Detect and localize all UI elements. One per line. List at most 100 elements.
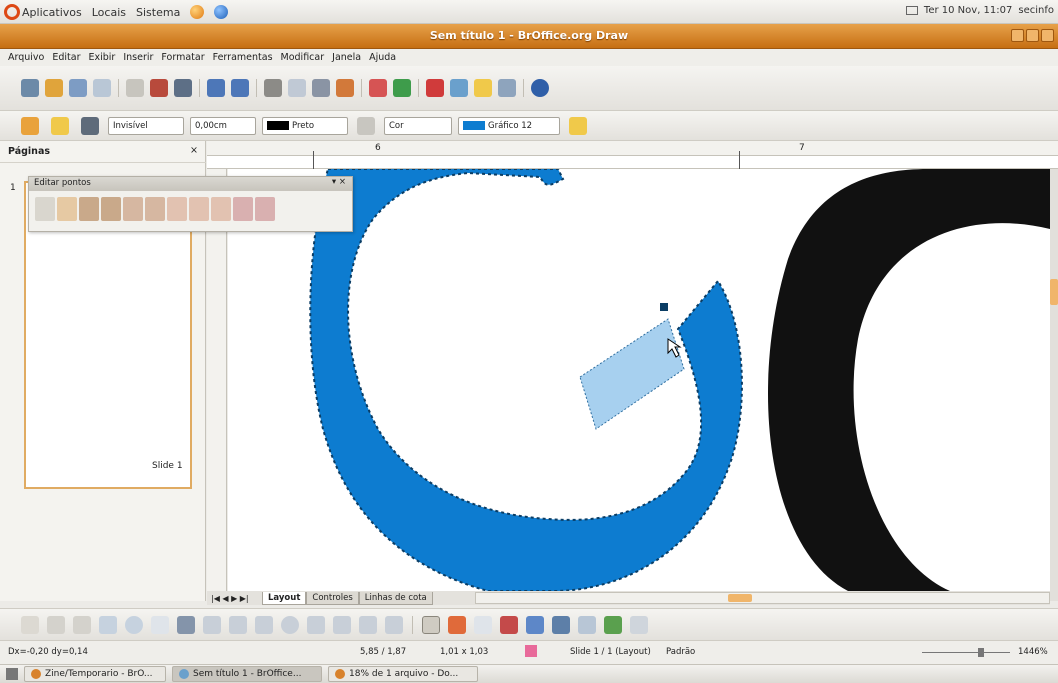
ubuntu-logo-icon[interactable] (4, 4, 20, 20)
format-paintbrush-icon[interactable] (336, 79, 354, 97)
zoom-icon[interactable] (498, 79, 516, 97)
copy-icon[interactable] (288, 79, 306, 97)
table-icon[interactable] (450, 79, 468, 97)
letter-g-shape[interactable] (309, 169, 743, 591)
close-pane-icon[interactable]: × (190, 145, 198, 156)
basic-shapes-icon[interactable] (333, 615, 351, 634)
fontwork-icon[interactable] (474, 615, 492, 634)
rectangle-icon[interactable] (99, 615, 117, 634)
email-icon[interactable] (93, 79, 111, 97)
stars-icon[interactable] (385, 615, 403, 634)
convert-to-curve-icon[interactable] (145, 197, 165, 221)
show-desktop-icon[interactable] (6, 668, 18, 680)
scroll-thumb[interactable] (1050, 279, 1058, 305)
arrow-style-icon[interactable] (81, 116, 99, 135)
menu-locais[interactable]: Locais (92, 6, 126, 19)
line-width-field[interactable]: 0,00cm (190, 116, 256, 135)
insert-points-icon[interactable] (79, 197, 99, 221)
close-window-icon[interactable] (1041, 29, 1054, 42)
help-icon[interactable] (214, 5, 229, 19)
delete-points-icon[interactable] (101, 197, 121, 221)
smooth-transition-icon[interactable] (189, 197, 209, 221)
zoom-slider[interactable] (922, 648, 1010, 657)
maximize-icon[interactable] (1026, 29, 1039, 42)
eliminate-points-icon[interactable] (255, 197, 275, 221)
zoom-slider-thumb[interactable] (978, 648, 984, 657)
navigator-icon[interactable] (474, 79, 492, 97)
tab-navigation-icon[interactable]: |◀ ◀ ▶ ▶| (207, 594, 262, 603)
document-modified-icon[interactable] (525, 645, 537, 657)
close-bezier-icon[interactable] (233, 197, 253, 221)
select-arrow-icon[interactable] (21, 615, 39, 634)
area-icon[interactable] (357, 116, 375, 135)
text-icon[interactable] (151, 615, 169, 634)
task-download[interactable]: 18% de 1 arquivo - Do... (328, 666, 478, 682)
from-file-icon[interactable] (500, 615, 518, 634)
tab-layout[interactable]: Layout (262, 591, 307, 605)
gallery-icon[interactable] (526, 615, 544, 634)
chart-icon[interactable] (426, 79, 444, 97)
corner-point-icon[interactable] (167, 197, 187, 221)
help-button-icon[interactable] (531, 79, 549, 97)
menu-formatar[interactable]: Formatar (161, 52, 204, 63)
undo-icon[interactable] (369, 79, 387, 97)
callouts-icon[interactable] (359, 615, 377, 634)
edit-points-button-icon[interactable] (422, 615, 440, 634)
export-pdf-icon[interactable] (150, 79, 168, 97)
print-icon[interactable] (174, 79, 192, 97)
extrusion-icon[interactable] (630, 615, 648, 634)
drawing-canvas[interactable] (228, 169, 1050, 591)
align-icon[interactable] (578, 615, 596, 634)
paste-icon[interactable] (312, 79, 330, 97)
lines-arrows-icon[interactable] (229, 615, 247, 634)
curve-icon[interactable] (177, 615, 195, 634)
arrange-icon[interactable] (604, 615, 622, 634)
horizontal-scrollbar[interactable] (475, 592, 1050, 604)
menu-modificar[interactable]: Modificar (281, 52, 325, 63)
menu-sistema[interactable]: Sistema (136, 6, 180, 19)
rectangles-icon[interactable] (255, 615, 273, 634)
minimize-icon[interactable] (1011, 29, 1024, 42)
area-color-select[interactable]: Gráfico 12 (458, 116, 560, 135)
close-toolbar-icon[interactable]: ▾ × (332, 177, 346, 187)
letter-o-shape[interactable] (768, 169, 1050, 591)
area-style-select[interactable]: Cor (384, 116, 452, 135)
clock[interactable]: Ter 10 Nov, 11:07 (924, 5, 1012, 16)
menu-ajuda[interactable]: Ajuda (369, 52, 396, 63)
line-style-select[interactable]: Invisível (108, 116, 184, 135)
edit-file-icon[interactable] (126, 79, 144, 97)
vertical-scrollbar[interactable] (1050, 169, 1058, 601)
cut-icon[interactable] (264, 79, 282, 97)
tab-linhas-de-cota[interactable]: Linhas de cota (358, 591, 433, 605)
connector-icon[interactable] (203, 615, 221, 634)
h-scroll-thumb[interactable] (728, 594, 752, 602)
styles-icon[interactable] (21, 116, 39, 135)
menu-exibir[interactable]: Exibir (89, 52, 116, 63)
menu-ferramentas[interactable]: Ferramentas (213, 52, 273, 63)
line-icon[interactable] (51, 116, 69, 135)
user-name[interactable]: secinfo (1018, 5, 1054, 16)
selected-segment-shape[interactable] (579, 318, 685, 430)
new-document-icon[interactable] (21, 79, 39, 97)
move-points-icon[interactable] (57, 197, 77, 221)
menu-inserir[interactable]: Inserir (123, 52, 153, 63)
horizontal-ruler[interactable]: 6 7 (207, 141, 1058, 169)
firefox-icon[interactable] (190, 5, 205, 19)
menu-janela[interactable]: Janela (332, 52, 361, 63)
save-icon[interactable] (69, 79, 87, 97)
circles-icon[interactable] (281, 615, 299, 634)
line-tool-icon[interactable] (47, 615, 65, 634)
open-folder-icon[interactable] (45, 79, 63, 97)
3d-objects-icon[interactable] (307, 615, 325, 634)
line-color-select[interactable]: Preto (262, 116, 348, 135)
task-sem-titulo[interactable]: Sem título 1 - BrOffice... (172, 666, 322, 682)
effects-icon[interactable] (552, 615, 570, 634)
task-zine[interactable]: Zine/Temporario - BrO... (24, 666, 166, 682)
spellcheck-icon[interactable] (207, 79, 225, 97)
menu-arquivo[interactable]: Arquivo (8, 52, 44, 63)
menu-editar[interactable]: Editar (52, 52, 80, 63)
glue-points-icon[interactable] (448, 615, 466, 634)
symmetric-transition-icon[interactable] (211, 197, 231, 221)
arrow-tool-icon[interactable] (73, 615, 91, 634)
edit-point-handle[interactable] (660, 303, 668, 311)
